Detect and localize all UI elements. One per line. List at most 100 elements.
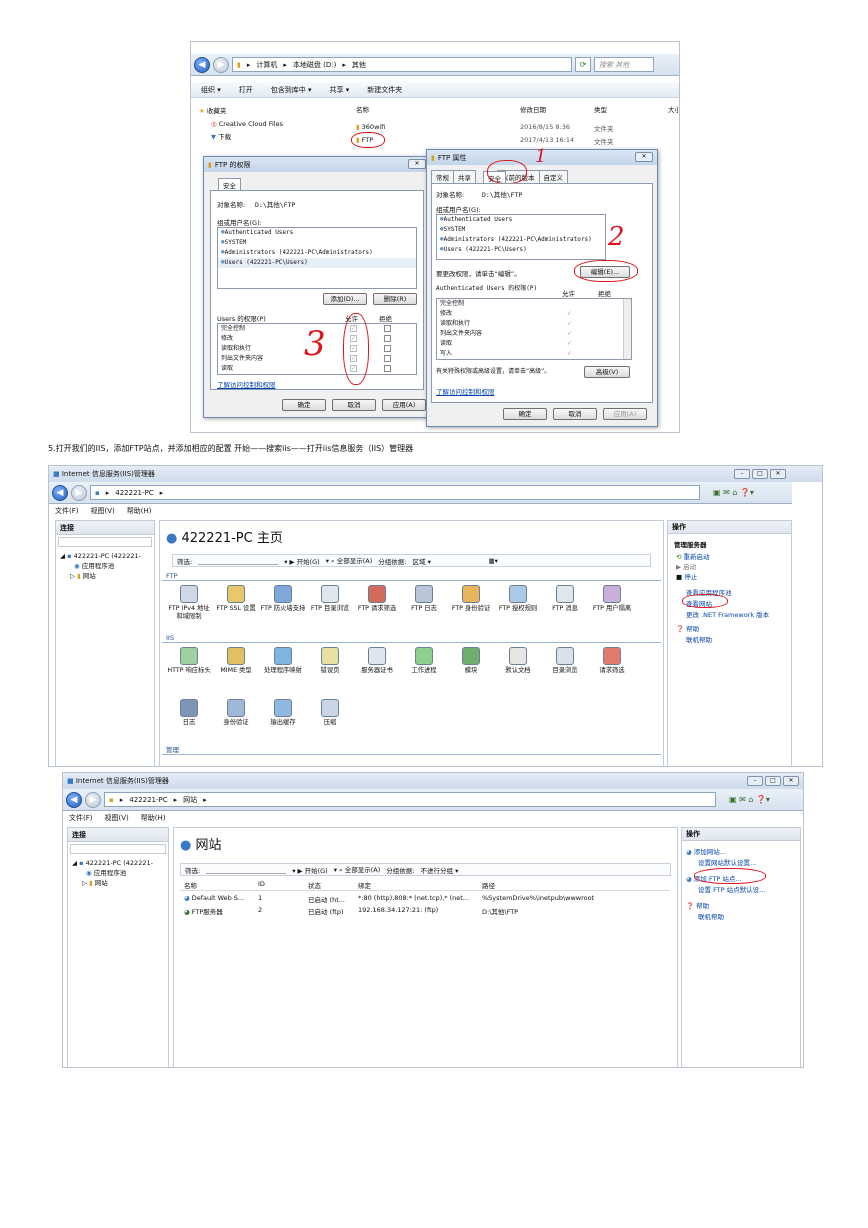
feature-tile[interactable]: 工作进程 xyxy=(401,647,447,675)
learn-access-control-link[interactable]: 了解访问控制和权限 xyxy=(436,386,495,396)
show-all-button[interactable]: ▾ ⌕ 全部显示(A) xyxy=(326,555,373,566)
show-all-button[interactable]: ▾ ⌕ 全部显示(A) xyxy=(334,864,381,875)
start-link[interactable]: ▶ 启动 xyxy=(676,561,696,571)
connections-toolbar[interactable] xyxy=(58,537,152,547)
tree-item-sites[interactable]: ▷ ▮ 网站 xyxy=(70,571,96,581)
deny-checkbox[interactable] xyxy=(384,325,391,332)
groupby-select[interactable]: 不进行分组 ▾ xyxy=(421,865,501,875)
feature-tile[interactable]: FTP 用户隔离 xyxy=(589,585,635,613)
feature-tile[interactable]: 模块 xyxy=(448,647,494,675)
learn-access-control-link[interactable]: 了解访问控制和权限 xyxy=(217,379,276,389)
online-help-link[interactable]: 联机帮助 xyxy=(686,634,712,644)
deny-checkbox[interactable] xyxy=(384,355,391,362)
minimize-icon[interactable]: – xyxy=(734,469,750,479)
deny-checkbox[interactable] xyxy=(384,365,391,372)
list-item[interactable]: ☻Authenticated Users xyxy=(218,228,416,238)
minimize-icon[interactable]: – xyxy=(747,776,763,786)
menu-file[interactable]: 文件(F) xyxy=(55,506,79,516)
feature-tile[interactable]: 服务器证书 xyxy=(354,647,400,675)
deny-checkbox[interactable] xyxy=(384,345,391,352)
back-icon[interactable]: ◀ xyxy=(66,791,82,808)
online-help-link[interactable]: 联机帮助 xyxy=(698,911,724,921)
close-icon[interactable]: ✕ xyxy=(783,776,799,786)
table-row[interactable]: ◕ Default Web S... 1 已启动 (ht... *:80 (ht… xyxy=(180,894,670,905)
iis-address-input[interactable]: ▪ ▸ 422221-PC ▸ xyxy=(90,485,700,500)
feature-tile[interactable]: FTP 防火墙支持 xyxy=(260,585,306,613)
column-name[interactable]: 名称 xyxy=(356,104,369,114)
tree-item-server[interactable]: ◢ ▪ 422221-PC (422221- xyxy=(72,858,153,868)
menu-view[interactable]: 视图(V) xyxy=(91,506,115,516)
list-item[interactable]: ☻Users (422221-PC\Users) xyxy=(437,245,605,255)
column-type[interactable]: 类型 xyxy=(594,104,607,114)
column-name[interactable]: 名称 xyxy=(184,880,197,890)
start-button[interactable]: ▾ ▶ 开始(G) xyxy=(284,556,320,566)
add-button[interactable]: 添加(D)... xyxy=(323,293,367,305)
feature-tile[interactable]: MIME 类型 xyxy=(213,647,259,675)
include-library-button[interactable]: 包含到库中 ▾ xyxy=(271,85,312,95)
refresh-icon[interactable]: ⟳ xyxy=(575,57,591,72)
deny-checkbox[interactable] xyxy=(384,335,391,342)
groupby-select[interactable]: 区域 ▾ xyxy=(413,556,483,566)
file-row[interactable]: ▮ 360wifi 2016/8/15 8:36 文件夹 xyxy=(356,123,656,133)
remove-button[interactable]: 删除(R) xyxy=(373,293,417,305)
breadcrumb-computer[interactable]: 计算机 xyxy=(256,60,277,70)
breadcrumb-folder[interactable]: 其他 xyxy=(352,60,366,70)
tree-item-apppools[interactable]: ◉ 应用程序池 xyxy=(74,561,114,571)
forward-icon[interactable]: ▶ xyxy=(71,484,87,501)
apply-button[interactable]: 应用(A) xyxy=(382,399,426,411)
close-icon[interactable]: ✕ xyxy=(408,159,426,169)
file-row-ftp[interactable]: ▮ FTP 2017/4/13 16:14 文件夹 xyxy=(356,136,656,146)
column-id[interactable]: ID xyxy=(258,880,265,888)
feature-tile[interactable]: FTP 目录浏览 xyxy=(307,585,353,613)
ok-button[interactable]: 确定 xyxy=(503,408,547,420)
scrollbar[interactable] xyxy=(623,299,631,359)
feature-tile[interactable]: FTP 请求筛选 xyxy=(354,585,400,613)
explorer-search-input[interactable]: 搜索 其他 xyxy=(594,57,654,72)
column-path[interactable]: 路径 xyxy=(482,880,495,890)
toolbar-icons[interactable]: ▣ ✉ ⌂ ❓▾ xyxy=(729,795,770,804)
list-item[interactable]: ☻Administrators (422221-PC\Administrator… xyxy=(218,248,416,258)
view-mode-button[interactable]: ▦▾ xyxy=(489,557,498,565)
feature-tile[interactable]: 处理程序映射 xyxy=(260,647,306,675)
feature-tile[interactable]: FTP IPv4 地址和域限制 xyxy=(166,585,212,621)
list-item[interactable]: ☻SYSTEM xyxy=(437,225,605,235)
connections-toolbar[interactable] xyxy=(70,844,166,854)
column-status[interactable]: 状态 xyxy=(308,880,321,890)
feature-tile[interactable]: FTP SSL 设置 xyxy=(213,585,259,613)
feature-tile[interactable]: 默认文档 xyxy=(495,647,541,675)
new-folder-button[interactable]: 新建文件夹 xyxy=(367,85,402,95)
list-item[interactable]: ☻Authenticated Users xyxy=(437,215,605,225)
feature-tile[interactable]: 日志 xyxy=(166,699,212,727)
cancel-button[interactable]: 取消 xyxy=(332,399,376,411)
tree-item-apppools[interactable]: ◉ 应用程序池 xyxy=(86,868,126,878)
feature-tile[interactable]: FTP 日志 xyxy=(401,585,447,613)
feature-tile[interactable]: FTP 消息 xyxy=(542,585,588,613)
organize-button[interactable]: 组织 ▾ xyxy=(201,85,221,95)
breadcrumb-drive[interactable]: 本地磁盘 (D:) xyxy=(293,60,336,70)
menu-help[interactable]: 帮助(H) xyxy=(141,813,166,823)
sidebar-item-downloads[interactable]: ▼ 下载 xyxy=(199,132,349,142)
close-icon[interactable]: ✕ xyxy=(635,152,653,162)
feature-tile[interactable]: 请求筛选 xyxy=(589,647,635,675)
cancel-button[interactable]: 取消 xyxy=(553,408,597,420)
help-link[interactable]: ❓ 帮助 xyxy=(686,900,709,910)
feature-tile[interactable]: 错误页 xyxy=(307,647,353,675)
advanced-button[interactable]: 高级(V) xyxy=(584,366,630,378)
filter-input[interactable] xyxy=(198,556,279,565)
open-button[interactable]: 打开 xyxy=(239,85,253,95)
close-icon[interactable]: ✕ xyxy=(770,469,786,479)
tree-item-sites[interactable]: ▷ ▮ 网站 xyxy=(82,878,108,888)
ftp-defaults-link[interactable]: 设置 FTP 站点默认设... xyxy=(698,884,765,894)
tab-customize[interactable]: 自定义 xyxy=(538,170,568,183)
explorer-address-input[interactable]: ▮ ▸ 计算机 ▸ 本地磁盘 (D:) ▸ 其他 xyxy=(232,57,572,72)
share-button[interactable]: 共享 ▾ xyxy=(330,85,350,95)
restart-link[interactable]: ⟲ 重新启动 xyxy=(676,551,710,561)
menu-help[interactable]: 帮助(H) xyxy=(127,506,152,516)
feature-tile[interactable]: 输出缓存 xyxy=(260,699,306,727)
perm-user-list[interactable]: ☻Authenticated Users ☻SYSTEM ☻Administra… xyxy=(217,227,417,289)
maximize-icon[interactable]: □ xyxy=(765,776,781,786)
column-date[interactable]: 修改日期 xyxy=(520,104,546,114)
toolbar-icons[interactable]: ▣ ✉ ⌂ ❓▾ xyxy=(713,488,754,497)
list-item[interactable]: ☻Users (422221-PC\Users) xyxy=(218,258,416,268)
add-site-link[interactable]: ◕ 添加网站... xyxy=(686,846,726,856)
